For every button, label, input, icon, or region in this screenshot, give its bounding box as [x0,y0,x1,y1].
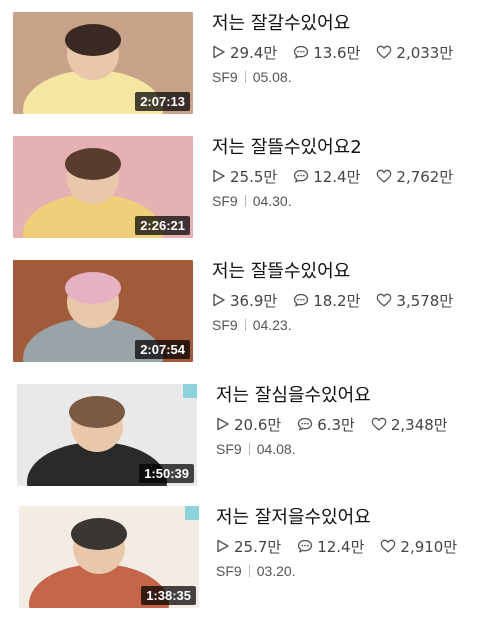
divider [248,565,250,577]
comment-count: 12.4만 [297,536,364,557]
video-item[interactable]: 1:38:35 저는 잘저을수있어요 25.7만 12.4만 2,910만 SF… [0,506,480,612]
play-count: 20.6만 [216,414,281,435]
comment-icon [298,539,313,553]
like-count: 2,910만 [380,536,457,557]
video-stats: 20.6만 6.3만 2,348만 [216,414,464,434]
comment-count: 6.3만 [297,414,355,435]
video-thumbnail[interactable]: 2:07:54 [13,260,193,362]
video-meta: SF9 03.20. [216,563,296,579]
divider [244,195,246,207]
video-duration: 2:07:54 [135,340,190,359]
like-count-value: 2,033만 [396,43,454,62]
heart-icon [381,539,396,553]
video-stats: 29.4만 13.6만 2,033만 [212,42,469,62]
channel-name[interactable]: SF9 [216,441,242,457]
video-meta: SF9 04.30. [212,193,292,209]
comment-icon [294,293,309,307]
video-stats: 25.5만 12.4만 2,762만 [212,166,469,186]
comment-count: 12.4만 [293,166,360,187]
video-item[interactable]: 2:07:13 저는 잘갈수있어요 29.4만 13.6만 2,033만 SF9… [0,12,480,118]
play-count-value: 36.9만 [230,291,278,310]
comment-count-value: 12.4만 [317,537,365,556]
channel-name[interactable]: SF9 [212,69,238,85]
play-count-value: 25.5만 [230,167,278,186]
upload-date: 04.08. [256,441,296,457]
play-icon [213,293,225,307]
upload-date: 03.20. [256,563,296,579]
upload-date: 05.08. [252,69,292,85]
comment-count: 13.6만 [293,42,360,63]
video-stats: 36.9만 18.2만 3,578만 [212,290,469,310]
heart-icon [371,417,387,431]
video-title[interactable]: 저는 잘저을수있어요 [216,506,371,530]
heart-icon [377,45,392,59]
like-count-value: 2,762만 [396,167,454,186]
play-count: 25.7만 [216,536,281,557]
like-count-value: 2,910만 [400,537,458,556]
video-thumbnail[interactable]: 2:07:13 [13,12,193,114]
play-count: 29.4만 [212,42,277,63]
video-item[interactable]: 2:26:21 저는 잘뜰수있어요2 25.5만 12.4만 2,762만 SF… [0,136,480,242]
video-duration: 1:50:39 [139,464,194,483]
comment-count-value: 6.3만 [317,415,355,434]
channel-name[interactable]: SF9 [212,193,238,209]
video-duration: 2:26:21 [135,216,190,235]
comment-icon [298,417,313,431]
heart-icon [377,169,392,183]
play-count: 25.5만 [212,166,277,187]
channel-name[interactable]: SF9 [216,563,242,579]
comment-count-value: 18.2만 [313,291,361,310]
upload-date: 04.23. [252,317,292,333]
play-count-value: 25.7만 [234,537,282,556]
video-stats: 25.7만 12.4만 2,910만 [216,536,473,556]
play-icon [213,169,225,183]
like-count-value: 2,348만 [390,415,448,434]
comment-icon [294,169,309,183]
like-count-value: 3,578만 [396,291,454,310]
corner-badge [183,384,197,398]
divider [248,443,250,455]
video-item[interactable]: 1:50:39 저는 잘심을수있어요 20.6만 6.3만 2,348만 SF9… [0,384,480,490]
video-title[interactable]: 저는 잘심을수있어요 [216,384,371,408]
play-count-value: 29.4만 [230,43,278,62]
video-item[interactable]: 2:07:54 저는 잘뜰수있어요 36.9만 18.2만 3,578만 SF9… [0,260,480,366]
video-meta: SF9 04.08. [216,441,296,457]
comment-icon [294,45,309,59]
divider [244,71,246,83]
video-thumbnail[interactable]: 2:26:21 [13,136,193,238]
video-duration: 2:07:13 [135,92,190,111]
like-count: 2,762만 [376,166,453,187]
upload-date: 04.30. [252,193,292,209]
video-title[interactable]: 저는 잘뜰수있어요2 [212,136,362,160]
play-icon [213,45,225,59]
like-count: 2,348만 [371,414,448,435]
like-count: 2,033만 [376,42,453,63]
video-title[interactable]: 저는 잘뜰수있어요 [212,260,350,284]
divider [244,319,246,331]
video-thumbnail[interactable]: 1:38:35 [19,506,199,608]
play-icon [217,417,229,431]
heart-icon [377,293,392,307]
comment-count-value: 13.6만 [313,43,361,62]
play-count-value: 20.6만 [234,415,282,434]
channel-name[interactable]: SF9 [212,317,238,333]
play-count: 36.9만 [212,290,277,311]
video-title[interactable]: 저는 잘갈수있어요 [212,12,350,36]
video-meta: SF9 05.08. [212,69,292,85]
play-icon [217,539,229,553]
like-count: 3,578만 [376,290,453,311]
comment-count-value: 12.4만 [313,167,361,186]
video-thumbnail[interactable]: 1:50:39 [17,384,197,486]
video-duration: 1:38:35 [141,586,196,605]
video-meta: SF9 04.23. [212,317,292,333]
comment-count: 18.2만 [293,290,360,311]
corner-badge [185,506,199,520]
